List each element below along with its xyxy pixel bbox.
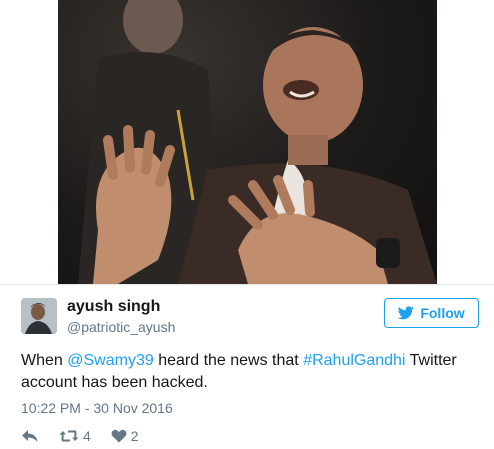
tweet-timestamp[interactable]: 10:22 PM - 30 Nov 2016 [21,400,173,416]
tweet-text-part: When [21,352,68,369]
photo-image [78,0,437,284]
tweet-text-part: heard the news that [153,352,304,369]
retweet-count: 4 [83,428,91,444]
tweet-photo[interactable] [58,0,437,284]
retweet-icon [59,430,79,442]
divider [0,284,494,285]
hashtag-link[interactable]: #RahulGandhi [303,352,405,369]
follow-button[interactable]: Follow [384,298,479,328]
avatar[interactable] [21,298,57,334]
profile-picture [21,298,57,334]
tweet-media[interactable] [0,0,494,284]
follow-label: Follow [420,305,465,321]
like-count: 2 [130,428,139,444]
heart-icon [111,429,127,443]
reply-button[interactable] [21,429,39,443]
retweet-button[interactable]: 4 [59,428,91,444]
twitter-bird-icon [398,306,415,320]
mention-link[interactable]: @Swamy39 [67,352,154,369]
tweet-card: ayush singh @patriotic_ayush Follow When… [0,0,494,449]
user-handle[interactable]: @patriotic_ayush [67,319,175,335]
like-button[interactable]: 2 [111,428,139,444]
reply-icon [22,430,38,442]
tweet-actions: 4 2 [21,427,139,445]
user-name[interactable]: ayush singh [67,298,160,316]
tweet-text: When @Swamy39 heard the news that #Rahul… [21,350,481,394]
